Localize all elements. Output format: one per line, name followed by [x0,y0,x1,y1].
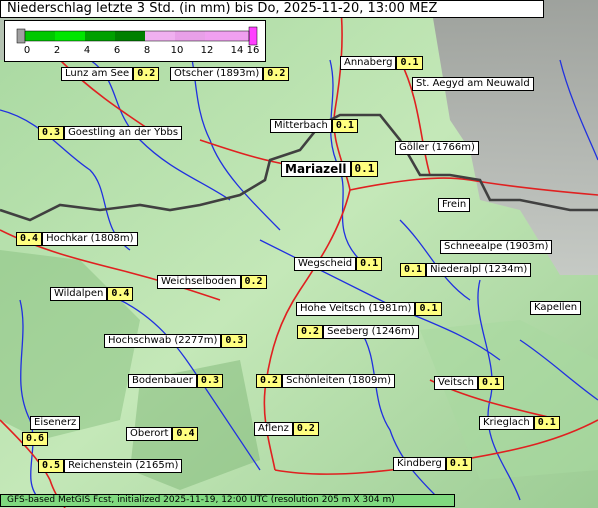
legend-tick-label: 10 [170,45,184,56]
place-name: Frein [438,198,471,212]
place-label-frein: Frein [438,198,471,212]
precip-value: 0.3 [38,126,65,140]
place-label-oberort: Oberort 0.4 [126,427,199,441]
place-label-kapellen: Kapellen [530,301,582,315]
place-name: Oberort [126,427,173,441]
place-name: Schneealpe (1903m) [440,240,553,254]
place-label-goestling-an-der-ybbs: 0.3 Goestling an der Ybbs [38,126,183,140]
precip-value: 0.1 [445,457,472,471]
place-name: Weichselboden [157,275,241,289]
legend-tick-label: 2 [53,45,61,56]
place-label-mitterbach: Mitterbach 0.1 [270,119,358,133]
place-name: St. Aegyd am Neuwald [412,77,534,91]
legend-tick-label: 6 [113,45,121,56]
precip-value: 0.1 [477,376,505,390]
precip-value: 0.1 [356,257,383,271]
place-name: Hohe Veitsch (1981m) [296,302,416,316]
precip-value: 0.4 [16,232,43,246]
precip-value: 0.2 [297,325,324,339]
precip-value: 0.1 [533,416,560,430]
legend-tick-label: 0 [23,45,31,56]
place-name: Hochkar (1808m) [42,232,138,246]
place-name: Göller (1766m) [395,141,479,155]
place-name: Krieglach [479,416,534,430]
place-name: Wildalpen [50,287,108,301]
precip-value: 0.4 [172,427,199,441]
place-label-hochschwab-2277m: Hochschwab (2277m) 0.3 [104,334,248,348]
place-label-seeberg-1246m: 0.2 Seeberg (1246m) [297,325,419,339]
place-name: Wegscheid [294,257,357,271]
place-label-schönleiten-1809m: 0.2 Schönleiten (1809m) [256,374,395,388]
place-name: Reichenstein (2165m) [64,459,183,473]
place-label-hochkar-1808m: 0.4 Hochkar (1808m) [16,232,138,246]
precip-value: 0.1 [415,302,442,316]
place-name: Mitterbach [270,119,332,133]
precip-value: 0.3 [221,334,248,348]
place-name: Bodenbauer [128,374,197,388]
forecast-footer: GFS-based MetGIS Fcst, initialized 2025-… [0,494,455,507]
place-label-aflenz: Aflenz 0.2 [254,422,319,436]
precip-value: 0.1 [350,161,379,177]
place-name: Niederalpl (1234m) [426,263,532,277]
place-name: Goestling an der Ybbs [64,126,183,140]
legend-tick-label: 16 [246,45,260,56]
precip-value: 0.2 [256,374,283,388]
legend-tick-label: 14 [230,45,244,56]
map-title: Niederschlag letzte 3 Std. (in mm) bis D… [0,0,544,18]
precip-value: 0.4 [107,287,134,301]
precip-value: 0.1 [331,119,358,133]
place-label-kindberg: Kindberg 0.1 [393,457,472,471]
place-name: Schönleiten (1809m) [282,374,395,388]
place-name: Aflenz [254,422,293,436]
precip-value: 0.2 [133,67,160,81]
legend-tick-label: 8 [143,45,151,56]
place-name: Eisenerz [30,416,81,430]
place-label-mariazell: Mariazell 0.1 [281,161,379,177]
legend-tick-label: 4 [83,45,91,56]
color-legend: 0 2 4 6 8 10 12 14 16 [4,20,266,62]
place-name: Kindberg [393,457,446,471]
precip-value: 0.1 [400,263,427,277]
place-name: Annaberg [340,56,397,70]
place-name: Ötscher (1893m) [170,67,264,81]
legend-tick-label: 12 [200,45,214,56]
place-name: Lunz am See [61,67,134,81]
precip-value: 0.3 [196,374,223,388]
precip-value: 0.2 [292,422,319,436]
place-label-veitsch: Veitsch 0.1 [434,376,505,390]
place-name: Hochschwab (2277m) [104,334,222,348]
place-label-wegscheid: Wegscheid 0.1 [294,257,383,271]
place-label-göller-1766m: Göller (1766m) [395,141,479,155]
place-label-bodenbauer: Bodenbauer 0.3 [128,374,223,388]
place-label-annaberg: Annaberg 0.1 [340,56,423,70]
place-label-wildalpen: Wildalpen 0.4 [50,287,134,301]
place-label-reichenstein-2165m: 0.5 Reichenstein (2165m) [38,459,183,473]
place-label-ötscher-1893m: Ötscher (1893m) 0.2 [170,67,290,81]
precip-value: 0.1 [396,56,423,70]
precip-value: 0.5 [38,459,65,473]
place-label-krieglach: Krieglach 0.1 [479,416,560,430]
place-label-niederalpl-1234m: 0.1 Niederalpl (1234m) [400,263,532,277]
place-name: Seeberg (1246m) [323,325,419,339]
place-label-lunz-am-see: Lunz am See 0.2 [61,67,160,81]
legend-color-bar [16,26,258,46]
place-label-schneealpe-1903m: Schneealpe (1903m) [440,240,553,254]
precip-value: 0.2 [240,275,267,289]
precip-value: 0.2 [263,67,290,81]
place-name: Mariazell [281,161,351,177]
place-name: Kapellen [530,301,582,315]
place-label-st-aegyd-am-neuwald: St. Aegyd am Neuwald [412,77,534,91]
precipitation-map: Niederschlag letzte 3 Std. (in mm) bis D… [0,0,598,508]
place-label-eisenerz: Eisenerz 0.6 [22,416,81,446]
place-label-weichselboden: Weichselboden 0.2 [157,275,267,289]
place-label-hohe-veitsch-1981m: Hohe Veitsch (1981m) 0.1 [296,302,442,316]
precip-value: 0.6 [22,432,49,446]
place-name: Veitsch [434,376,478,390]
